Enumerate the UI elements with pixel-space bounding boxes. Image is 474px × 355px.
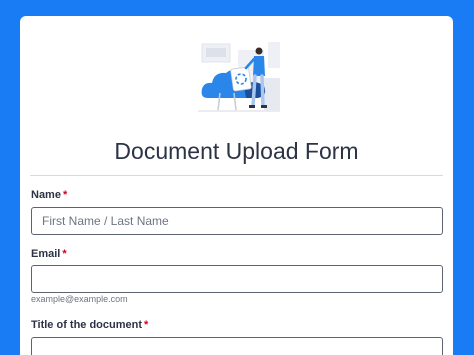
name-label-text: Name: [31, 189, 61, 201]
document-title-input[interactable]: [31, 337, 443, 355]
email-required-mark: *: [62, 248, 67, 260]
document-title-required-mark: *: [144, 319, 149, 331]
email-label: Email *: [31, 248, 67, 260]
form-title: Document Upload Form: [114, 138, 359, 164]
cloud-upload-illustration-icon: [198, 42, 280, 112]
form-card: Document Upload Form Name* Email* exampl…: [20, 16, 453, 355]
email-sublabel: example@example.com: [31, 294, 128, 304]
name-input[interactable]: [31, 207, 443, 235]
name-required-mark: *: [62, 189, 68, 201]
email-input[interactable]: [31, 265, 443, 293]
document-title-label-text: Title of the document: [31, 319, 143, 331]
document-title-label: Title of the document *: [31, 319, 148, 331]
email-label-text: Email: [31, 248, 61, 260]
name-label: Name *: [31, 189, 67, 201]
title-divider: [30, 175, 443, 176]
